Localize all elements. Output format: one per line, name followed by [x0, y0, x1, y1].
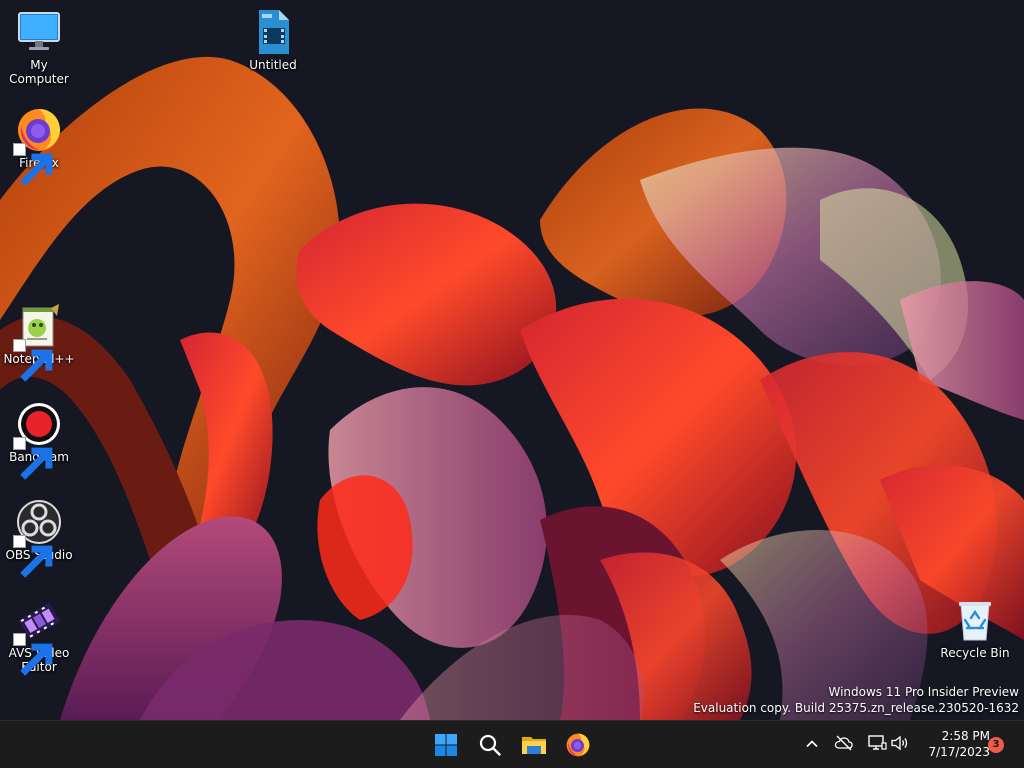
desktop-icon-label: My Computer	[9, 58, 69, 86]
desktop-icon-bandicam[interactable]: Bandicam	[0, 400, 78, 480]
firefox-icon	[13, 106, 63, 186]
watermark-edition: Windows 11 Pro Insider Preview	[828, 685, 1019, 699]
taskbar-clock[interactable]: 2:58 PM 7/17/2023	[918, 728, 990, 760]
shortcut-arrow-icon	[13, 339, 53, 382]
clock-date: 7/17/2023	[928, 745, 990, 759]
obs-icon	[13, 498, 63, 578]
desktop-icon-obs-studio[interactable]: OBS Studio	[0, 498, 78, 578]
record-icon	[13, 400, 63, 480]
desktop-icon-firefox[interactable]: Firefox	[0, 106, 78, 186]
cloud-off-icon	[834, 734, 854, 756]
network-button[interactable]	[865, 733, 889, 757]
desktop-icon-untitled[interactable]: Untitled	[234, 8, 312, 72]
taskbar-firefox-button[interactable]	[560, 727, 596, 763]
windows-start-icon	[434, 733, 458, 757]
monitor-icon	[15, 8, 63, 56]
shortcut-arrow-icon	[13, 633, 53, 676]
speaker-icon	[890, 734, 910, 756]
file-explorer-icon	[521, 733, 547, 757]
onedrive-status-button[interactable]	[832, 733, 856, 757]
notification-badge[interactable]: 3	[988, 737, 1004, 753]
wallpaper-image	[0, 0, 1024, 720]
volume-button[interactable]	[888, 733, 912, 757]
film-strip-icon	[13, 596, 63, 676]
show-hidden-icons-button[interactable]	[800, 733, 824, 757]
desktop-icon-avs-video-editor[interactable]: AVS Video Editor	[0, 596, 78, 676]
notepad-plus-plus-icon	[13, 302, 63, 382]
video-file-icon	[249, 8, 297, 56]
desktop-icon-label: Recycle Bin	[940, 646, 1010, 660]
firefox-icon	[565, 732, 591, 758]
chevron-up-icon	[805, 736, 819, 755]
network-icon	[867, 734, 887, 756]
recycle-bin-icon	[951, 596, 999, 644]
desktop[interactable]: My Computer Untitled Firefox Notepad++ B…	[0, 0, 1024, 720]
search-button[interactable]	[472, 727, 508, 763]
shortcut-arrow-icon	[13, 143, 53, 186]
clock-time: 2:58 PM	[941, 729, 990, 743]
watermark-build: Evaluation copy. Build 25375.zn_release.…	[693, 701, 1019, 715]
taskbar: 2:58 PM 7/17/2023 3	[0, 720, 1024, 768]
windows-evaluation-watermark: Windows 11 Pro Insider Preview Evaluatio…	[693, 684, 1019, 716]
desktop-icon-notepad-plus-plus[interactable]: Notepad++	[0, 302, 78, 382]
shortcut-arrow-icon	[13, 535, 53, 578]
start-button[interactable]	[428, 727, 464, 763]
file-explorer-button[interactable]	[516, 727, 552, 763]
search-icon	[478, 733, 502, 757]
desktop-icon-recycle-bin[interactable]: Recycle Bin	[936, 596, 1014, 660]
desktop-icon-my-computer[interactable]: My Computer	[0, 8, 78, 86]
shortcut-arrow-icon	[13, 437, 53, 480]
desktop-icon-label: Untitled	[249, 58, 297, 72]
